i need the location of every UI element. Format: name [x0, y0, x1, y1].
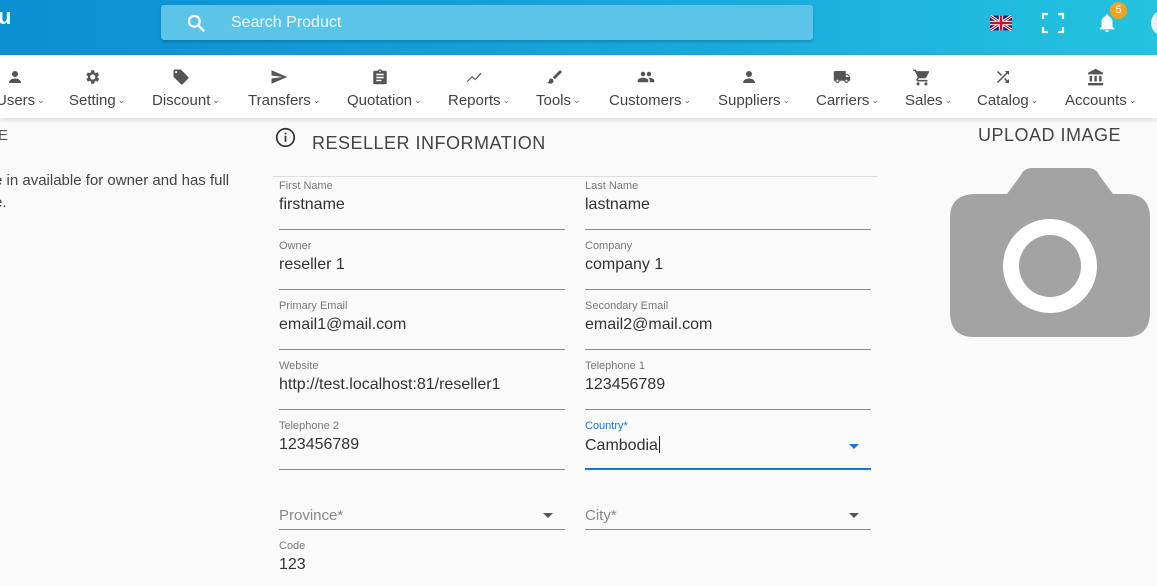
chevron-down-icon: ⌄	[573, 95, 581, 105]
people-icon	[637, 71, 655, 83]
caret-down-icon[interactable]	[849, 513, 859, 518]
notification-badge: 5	[1110, 2, 1127, 19]
trend-icon	[466, 72, 482, 82]
company-field[interactable]: Company company 1	[585, 240, 871, 290]
person-icon	[9, 71, 21, 83]
fullscreen-icon[interactable]	[1041, 12, 1065, 34]
field-value: reseller 1	[279, 256, 345, 273]
telephone2-field[interactable]: Telephone 2 123456789	[279, 420, 565, 470]
chevron-down-icon: ⌄	[871, 95, 879, 105]
owner-field[interactable]: Owner reseller 1	[279, 240, 565, 290]
website-field[interactable]: Website http://test.localhost:81/reselle…	[279, 360, 565, 410]
last-name-field[interactable]: Last Name lastname	[585, 180, 871, 230]
field-label: Country*	[585, 420, 628, 432]
bank-icon	[1088, 68, 1104, 86]
field-placeholder: City*	[585, 507, 617, 524]
field-value: email1@mail.com	[279, 316, 407, 333]
field-value: email2@mail.com	[585, 316, 713, 333]
nav-accounts-label: Accounts	[1065, 92, 1127, 109]
primary-email-field[interactable]: Primary Email email1@mail.com	[279, 300, 565, 350]
nav-catalog-label: Catalog	[977, 92, 1029, 109]
brush-icon	[547, 70, 562, 84]
city-select[interactable]: City*	[585, 480, 871, 530]
chevron-down-icon: ⌄	[117, 95, 126, 105]
field-value: 123456789	[279, 436, 360, 453]
field-label: Telephone 1	[585, 360, 645, 372]
field-value: http://test.localhost:81/reseller1	[279, 376, 501, 393]
avatar[interactable]	[1151, 10, 1157, 36]
caret-down-icon[interactable]	[543, 513, 553, 518]
nav-setting-label: Setting	[69, 92, 116, 109]
field-label: Owner	[279, 240, 312, 252]
code-field[interactable]: Code 123	[279, 540, 565, 586]
chevron-down-icon: ⌄	[944, 95, 953, 105]
telephone1-field[interactable]: Telephone 1 123456789	[585, 360, 871, 410]
nav-tools-label: Tools	[536, 92, 572, 109]
search-input[interactable]	[231, 5, 791, 40]
clipboard-icon	[373, 69, 387, 85]
chevron-down-icon: ⌄	[1128, 95, 1137, 105]
upload-image-title: UPLOAD IMAGE	[978, 125, 1122, 145]
field-value: 123	[279, 556, 306, 573]
person-icon	[743, 71, 755, 83]
left-panel-heading: E	[0, 127, 9, 144]
field-value: company 1	[585, 256, 664, 273]
truck-icon	[833, 71, 851, 83]
left-panel-description: e in available for owner and has full e.	[0, 172, 230, 211]
caret-down-icon[interactable]	[849, 444, 859, 449]
nav-sales-label: Sales	[905, 92, 943, 109]
field-value: Cambodia	[585, 436, 660, 455]
info-icon	[275, 127, 296, 148]
field-label: Secondary Email	[585, 300, 669, 312]
nav-quotation-label: Quotation	[347, 92, 413, 109]
field-value: 123456789	[585, 376, 666, 393]
field-label: Primary Email	[279, 300, 348, 312]
field-placeholder: Province*	[279, 507, 344, 524]
field-value: lastname	[585, 196, 650, 213]
divider	[273, 176, 878, 177]
section-title: RESELLER INFORMATION	[312, 133, 546, 153]
secondary-email-field[interactable]: Secondary Email email2@mail.com	[585, 300, 871, 350]
chevron-down-icon: ⌄	[212, 95, 220, 105]
chevron-down-icon: ⌄	[414, 95, 422, 105]
field-label: Telephone 2	[279, 420, 339, 432]
field-label: Code	[279, 540, 306, 552]
chevron-down-icon: ⌄	[312, 95, 321, 105]
send-icon	[271, 70, 288, 84]
chevron-down-icon: ⌄	[37, 95, 45, 105]
first-name-field[interactable]: First Name firstname	[279, 180, 565, 230]
nav-carriers-label: Carriers	[816, 92, 870, 109]
field-label: Company	[585, 240, 633, 252]
app-logo[interactable]: u	[0, 4, 11, 30]
nav-transfers-label: Transfers	[248, 92, 311, 109]
text-cursor	[658, 436, 660, 453]
uk-flag-icon[interactable]	[990, 15, 1012, 31]
top-app-bar: u 5	[0, 0, 1157, 55]
search-icon	[187, 14, 205, 32]
nav-users-label: Users	[0, 92, 36, 109]
search-bar[interactable]	[161, 5, 813, 40]
country-value: Cambodia	[585, 437, 658, 454]
chevron-down-icon: ⌄	[502, 95, 511, 105]
nav-discount-label: Discount	[152, 92, 211, 109]
field-label: Website	[279, 360, 319, 372]
cart-icon	[913, 69, 930, 86]
camera-icon[interactable]	[950, 167, 1150, 337]
province-select[interactable]: Province*	[279, 480, 565, 530]
field-value: firstname	[279, 196, 345, 213]
gear-icon	[86, 70, 100, 84]
country-select[interactable]: Country* Cambodia	[585, 420, 871, 470]
nav-reports-label: Reports	[448, 92, 501, 109]
chevron-down-icon: ⌄	[782, 95, 791, 105]
tag-icon	[173, 69, 189, 85]
chevron-down-icon: ⌄	[683, 95, 692, 105]
main-nav: Users ⌄ Setting ⌄ Discount ⌄ Transfers ⌄ Quo…	[0, 55, 1157, 118]
field-label: Last Name	[585, 180, 639, 192]
chevron-down-icon: ⌄	[1030, 95, 1039, 105]
nav-customers-label: Customers	[609, 92, 682, 109]
nav-suppliers-label: Suppliers	[718, 92, 781, 109]
field-label: First Name	[279, 180, 333, 192]
shuffle-icon	[997, 71, 1009, 83]
